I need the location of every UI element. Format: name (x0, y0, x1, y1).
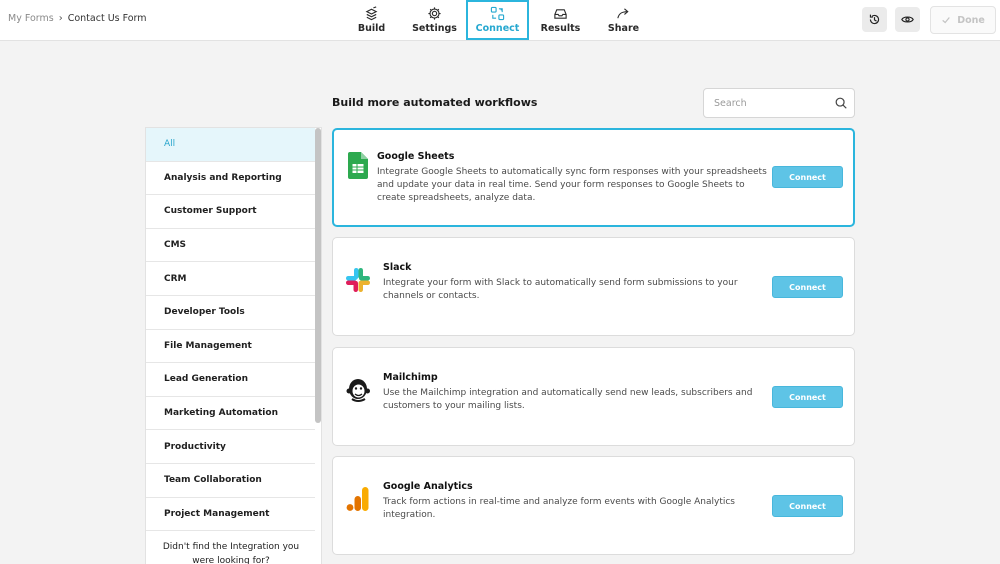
integration-name: Slack (383, 262, 412, 273)
inbox-icon (554, 9, 567, 19)
tab-build-label: Build (357, 23, 386, 34)
not-found-line-1: Didn't find the Integration you (162, 542, 300, 552)
integration-description: Integrate Google Sheets to automatically… (377, 167, 767, 203)
connect-slack-button[interactable]: Connect (772, 276, 843, 298)
history-button[interactable] (862, 7, 887, 32)
search-icon[interactable] (834, 96, 848, 110)
connect-google-analytics-button[interactable]: Connect (772, 495, 843, 517)
integration-card-google-sheets[interactable]: Google Sheets Integrate Google Sheets to… (332, 128, 855, 227)
category-cms[interactable]: CMS (146, 229, 316, 263)
connect-mailchimp-button[interactable]: Connect (772, 386, 843, 408)
search-input[interactable] (714, 96, 829, 111)
category-analysis-and-reporting[interactable]: Analysis and Reporting (146, 162, 316, 196)
tab-results-label: Results (540, 23, 581, 34)
category-crm[interactable]: CRM (146, 262, 316, 296)
not-found-line-2: were looking for? (192, 556, 270, 564)
top-nav: Build Settings Connect Results Share (340, 0, 655, 40)
checkmark-icon (942, 17, 951, 24)
integration-name: Mailchimp (383, 372, 438, 383)
breadcrumb: My Forms › Contact Us Form (8, 13, 147, 24)
done-button[interactable]: Done (930, 6, 996, 34)
not-found-message: Didn't find the Integration you were loo… (146, 540, 316, 564)
breadcrumb-my-forms-link[interactable]: My Forms (8, 13, 54, 24)
tab-settings-label: Settings (412, 23, 457, 34)
tab-settings[interactable]: Settings (403, 0, 466, 40)
build-icon (365, 6, 378, 21)
gear-icon (428, 7, 441, 20)
category-team-collaboration[interactable]: Team Collaboration (146, 464, 316, 498)
breadcrumb-current-form: Contact Us Form (67, 13, 147, 24)
connect-google-sheets-button[interactable]: Connect (772, 166, 843, 188)
integration-description: Track form actions in real-time and anal… (383, 497, 735, 520)
tab-share[interactable]: Share (592, 0, 655, 40)
page-title: Build more automated workflows (332, 96, 538, 109)
search-box (703, 88, 855, 118)
share-arrow-icon (617, 8, 629, 19)
sidebar-scrollbar[interactable] (315, 128, 321, 564)
category-sidebar: All Analysis and Reporting Customer Supp… (145, 127, 322, 564)
category-productivity[interactable]: Productivity (146, 430, 316, 464)
tab-connect[interactable]: Connect (466, 0, 529, 40)
integration-card-google-analytics[interactable]: Google Analytics Track form actions in r… (332, 456, 855, 555)
integration-card-mailchimp[interactable]: Mailchimp Use the Mailchimp integration … (332, 347, 855, 446)
integration-name: Google Analytics (383, 481, 473, 492)
eye-icon (901, 16, 914, 23)
top-bar: My Forms › Contact Us Form Build Setting… (0, 0, 1000, 41)
sidebar-scroll-thumb[interactable] (315, 128, 321, 423)
tab-connect-label: Connect (475, 23, 520, 34)
category-file-management[interactable]: File Management (146, 330, 316, 364)
tab-share-label: Share (607, 23, 640, 34)
preview-button[interactable] (895, 7, 920, 32)
category-developer-tools[interactable]: Developer Tools (146, 296, 316, 330)
integration-name: Google Sheets (377, 151, 455, 162)
google-analytics-icon (345, 485, 371, 513)
connect-icon (490, 6, 505, 21)
integration-card-slack[interactable]: Slack Integrate your form with Slack to … (332, 237, 855, 336)
category-marketing-automation[interactable]: Marketing Automation (146, 397, 316, 431)
category-all[interactable]: All (146, 128, 316, 162)
category-project-management[interactable]: Project Management (146, 498, 316, 532)
integration-description: Use the Mailchimp integration and automa… (383, 388, 753, 411)
done-button-label: Done (957, 14, 985, 26)
mailchimp-icon (345, 376, 371, 404)
category-lead-generation[interactable]: Lead Generation (146, 363, 316, 397)
category-customer-support[interactable]: Customer Support (146, 195, 316, 229)
breadcrumb-separator: › (58, 13, 63, 24)
integration-description: Integrate your form with Slack to automa… (383, 278, 738, 301)
slack-icon (345, 266, 371, 294)
tab-results[interactable]: Results (529, 0, 592, 40)
google-sheets-icon (345, 151, 371, 179)
tab-build[interactable]: Build (340, 0, 403, 40)
history-icon (869, 14, 880, 25)
